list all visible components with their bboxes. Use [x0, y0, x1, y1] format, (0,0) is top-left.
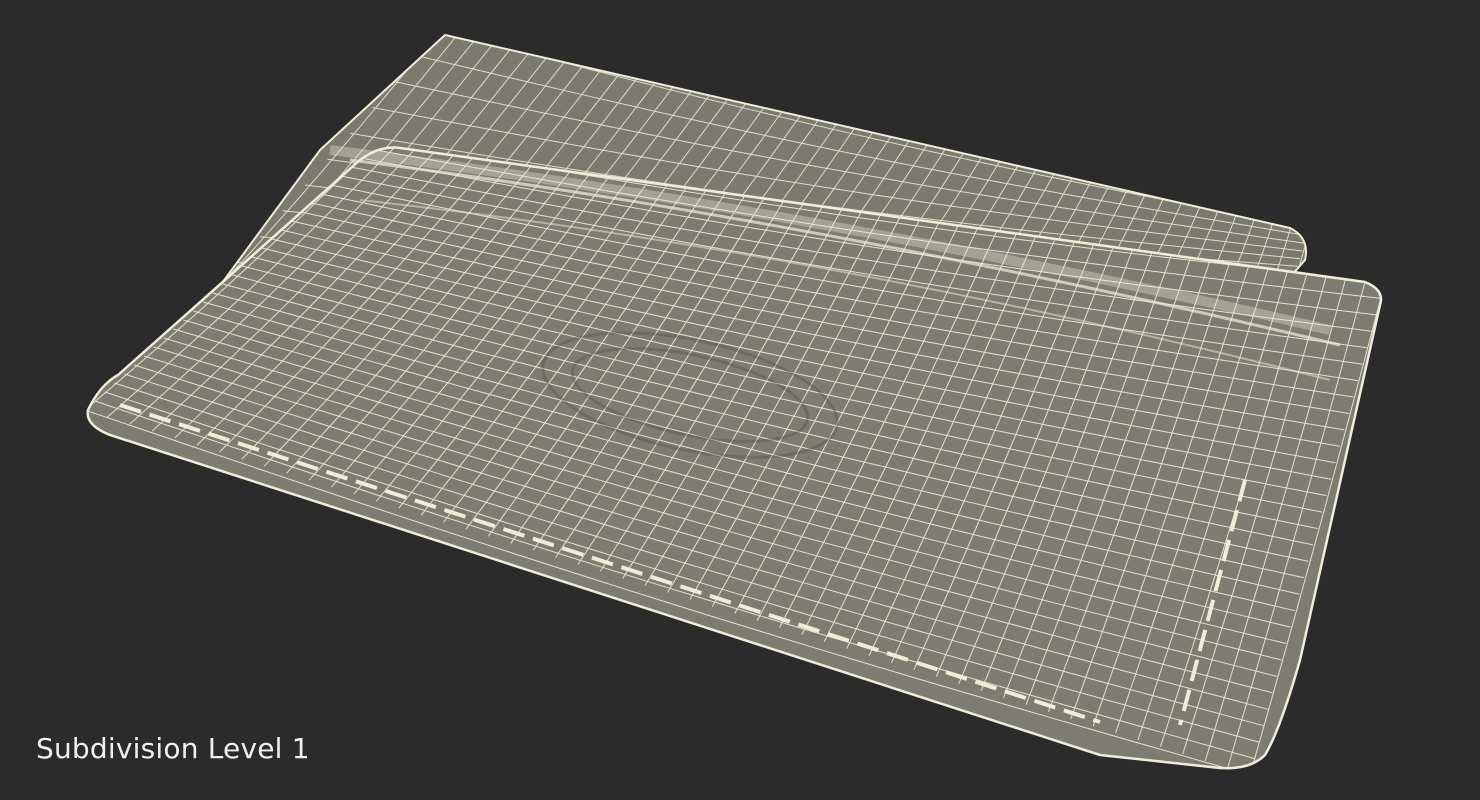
viewport: Subdivision Level 1: [0, 0, 1480, 800]
wallet-wireframe-render: [86, 33, 1383, 770]
subdivision-level-caption: Subdivision Level 1: [36, 732, 310, 765]
